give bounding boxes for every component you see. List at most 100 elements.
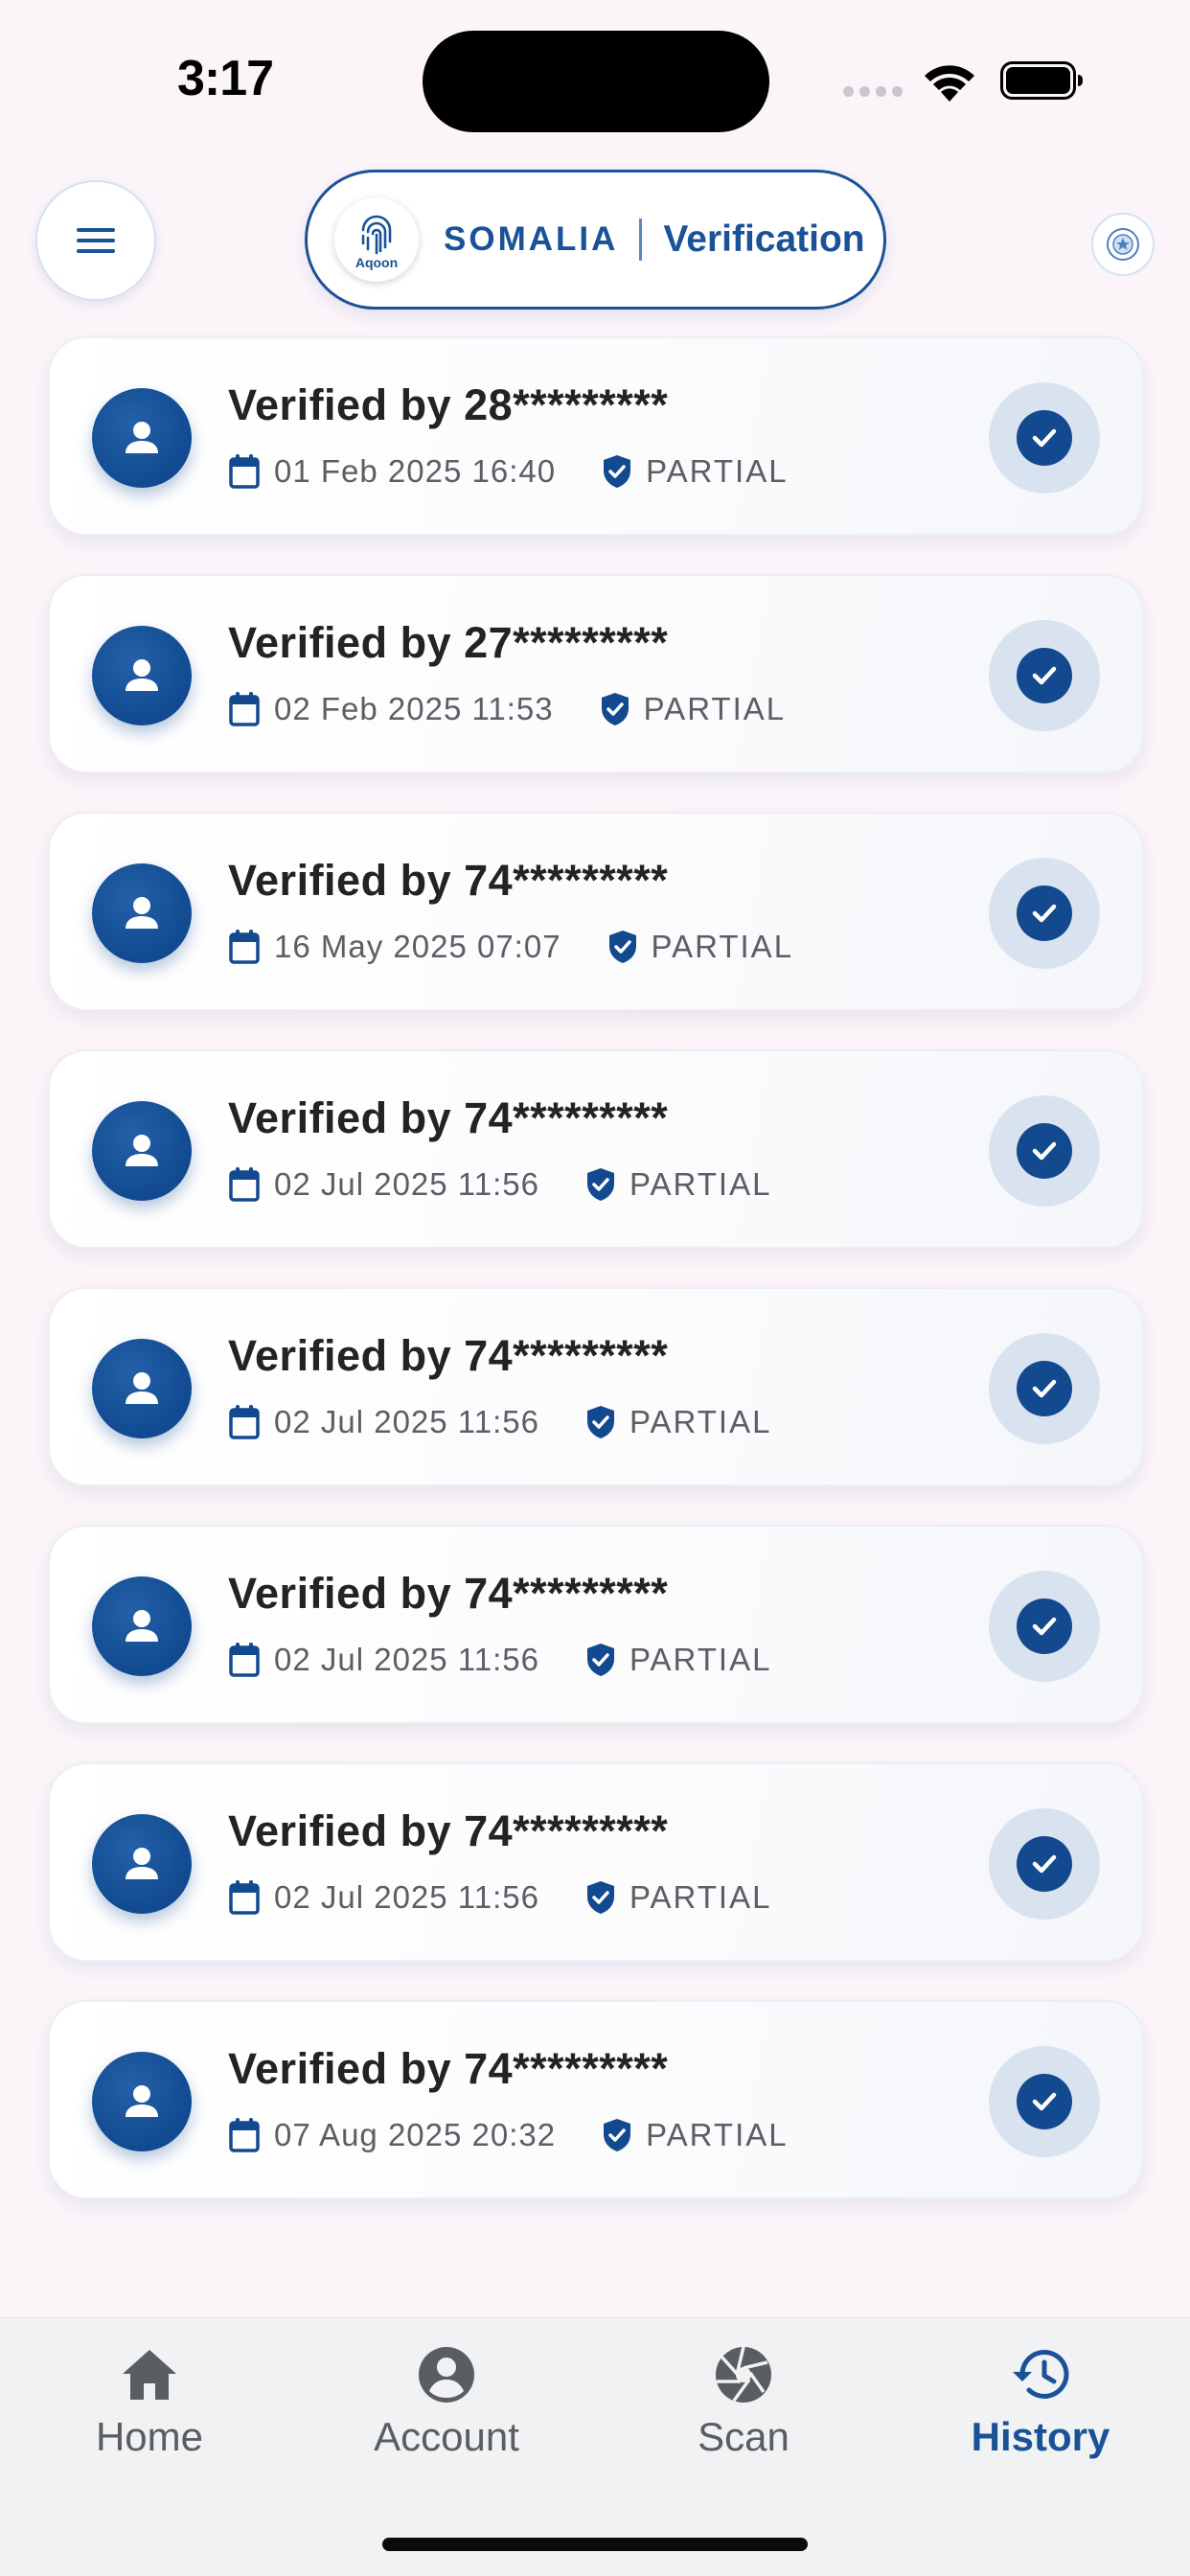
- verified-badge: [989, 1333, 1100, 1444]
- card-meta: 07 Aug 2025 20:32 PARTIAL: [228, 2115, 789, 2155]
- card-level: PARTIAL: [629, 1404, 772, 1439]
- user-avatar: [92, 863, 192, 963]
- home-icon: [123, 2350, 176, 2400]
- user-avatar: [92, 1339, 192, 1438]
- history-card[interactable]: Verified by 74********* 02 Jul 2025 11:5…: [48, 1049, 1144, 1249]
- battery-icon: [1000, 61, 1083, 100]
- nav-scan[interactable]: Scan: [629, 2341, 858, 2485]
- card-level: PARTIAL: [629, 1166, 772, 1202]
- shield-check-icon: [604, 2119, 631, 2151]
- card-title: Verified by 74*********: [228, 1331, 669, 1380]
- history-card[interactable]: Verified by 74********* 16 May 2025 07:0…: [48, 812, 1144, 1011]
- brand-header: Aqoon SOMALIA Verification: [305, 170, 886, 310]
- verified-badge: [989, 1095, 1100, 1207]
- calendar-icon: [229, 1880, 260, 1915]
- wifi-icon: [925, 65, 974, 102]
- check-circle-icon: [1017, 1598, 1072, 1654]
- person-icon: [126, 2085, 158, 2117]
- card-meta: 02 Jul 2025 11:56 PARTIAL: [228, 1402, 771, 1442]
- calendar-icon: [229, 2118, 260, 2152]
- status-time: 3:17: [177, 51, 274, 106]
- card-level: PARTIAL: [629, 1642, 772, 1677]
- card-level: PARTIAL: [646, 453, 789, 489]
- nav-history[interactable]: History: [926, 2341, 1156, 2485]
- menu-button[interactable]: [35, 180, 156, 301]
- scan-icon: [716, 2346, 771, 2403]
- user-avatar: [92, 1101, 192, 1201]
- emblem-icon: [1107, 228, 1139, 261]
- shield-check-icon: [608, 931, 636, 963]
- person-icon: [126, 1610, 158, 1642]
- history-card[interactable]: Verified by 74********* 02 Jul 2025 11:5…: [48, 1525, 1144, 1724]
- history-card[interactable]: Verified by 28********* 01 Feb 2025 16:4…: [48, 336, 1144, 536]
- calendar-icon: [229, 1405, 260, 1439]
- card-title: Verified by 28*********: [228, 380, 669, 429]
- card-level: PARTIAL: [643, 691, 787, 726]
- card-meta: 02 Jul 2025 11:56 PARTIAL: [228, 1640, 771, 1680]
- history-card[interactable]: Verified by 74********* 07 Aug 2025 20:3…: [48, 2000, 1144, 2199]
- nav-home[interactable]: Home: [34, 2341, 264, 2485]
- brand-logo: Aqoon: [334, 197, 419, 282]
- card-date: 02 Jul 2025 11:56: [274, 1404, 539, 1439]
- emblem-button[interactable]: [1091, 213, 1155, 276]
- history-card[interactable]: Verified by 74********* 02 Jul 2025 11:5…: [48, 1762, 1144, 1962]
- card-title: Verified by 74*********: [228, 856, 669, 905]
- nav-account[interactable]: Account: [332, 2341, 561, 2485]
- card-meta: 02 Jul 2025 11:56 PARTIAL: [228, 1877, 771, 1918]
- calendar-icon: [229, 1643, 260, 1677]
- card-date: 02 Feb 2025 11:53: [274, 691, 554, 726]
- check-circle-icon: [1017, 648, 1072, 703]
- check-circle-icon: [1017, 2074, 1072, 2129]
- verified-badge: [989, 1808, 1100, 1920]
- shield-check-icon: [586, 1168, 614, 1201]
- home-indicator: [382, 2538, 808, 2551]
- shield-check-icon: [586, 1406, 614, 1438]
- verified-badge: [989, 2046, 1100, 2157]
- history-card[interactable]: Verified by 27********* 02 Feb 2025 11:5…: [48, 574, 1144, 773]
- card-title: Verified by 74*********: [228, 2044, 669, 2093]
- account-icon: [419, 2347, 474, 2403]
- card-meta: 16 May 2025 07:07 PARTIAL: [228, 927, 793, 967]
- card-date: 01 Feb 2025 16:40: [274, 453, 557, 489]
- calendar-icon: [229, 692, 260, 726]
- person-icon: [126, 659, 158, 691]
- user-avatar: [92, 388, 192, 488]
- calendar-icon: [229, 454, 260, 489]
- card-meta: 02 Feb 2025 11:53 PARTIAL: [228, 689, 786, 729]
- check-circle-icon: [1017, 1361, 1072, 1416]
- history-list: Verified by 28********* 01 Feb 2025 16:4…: [48, 336, 1144, 2238]
- check-circle-icon: [1017, 1123, 1072, 1179]
- verified-badge: [989, 382, 1100, 494]
- check-circle-icon: [1017, 410, 1072, 466]
- card-title: Verified by 74*********: [228, 1093, 669, 1142]
- user-avatar: [92, 2052, 192, 2151]
- dynamic-island: [423, 31, 769, 132]
- calendar-icon: [229, 1167, 260, 1202]
- history-card[interactable]: Verified by 74********* 02 Jul 2025 11:5…: [48, 1287, 1144, 1486]
- card-level: PARTIAL: [629, 1879, 772, 1915]
- nav-scan-label: Scan: [698, 2414, 790, 2459]
- card-date: 02 Jul 2025 11:56: [274, 1879, 539, 1915]
- person-icon: [126, 1372, 158, 1404]
- check-circle-icon: [1017, 886, 1072, 941]
- person-icon: [126, 1848, 158, 1879]
- status-bar: 3:17: [0, 0, 1190, 153]
- verified-badge: [989, 1571, 1100, 1682]
- nav-account-label: Account: [374, 2414, 519, 2459]
- history-icon: [1013, 2349, 1069, 2399]
- nav-home-label: Home: [95, 2414, 204, 2459]
- person-icon: [126, 897, 158, 929]
- hamburger-icon: [77, 228, 115, 253]
- shield-check-icon: [601, 693, 629, 725]
- card-title: Verified by 74*********: [228, 1806, 669, 1855]
- card-level: PARTIAL: [651, 929, 794, 964]
- shield-check-icon: [586, 1881, 614, 1914]
- shield-check-icon: [604, 455, 631, 488]
- brand-country: SOMALIA: [444, 220, 619, 258]
- brand-logo-text: Aqoon: [355, 255, 399, 270]
- user-avatar: [92, 626, 192, 725]
- cellular-signal-icon: [843, 86, 903, 97]
- nav-history-label: History: [971, 2414, 1110, 2459]
- check-circle-icon: [1017, 1836, 1072, 1892]
- fingerprint-icon: [361, 215, 392, 255]
